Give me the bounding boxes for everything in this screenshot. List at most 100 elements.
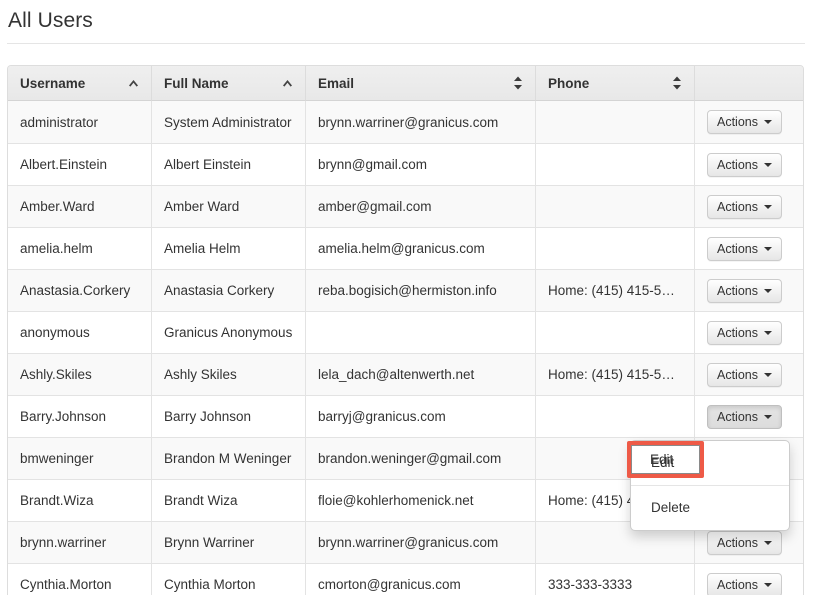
cell-fullname: Amber Ward xyxy=(152,185,306,227)
cell-fullname: Granicus Anonymous xyxy=(152,311,306,353)
cell-phone xyxy=(536,227,695,269)
chevron-down-icon xyxy=(764,289,772,293)
cell-username: Amber.Ward xyxy=(8,185,152,227)
actions-button-label: Actions xyxy=(717,536,758,550)
cell-email: amelia.helm@granicus.com xyxy=(306,227,536,269)
column-header-username[interactable]: Username xyxy=(8,66,152,101)
actions-button-label: Actions xyxy=(717,200,758,214)
cell-phone: 333-333-3333 xyxy=(536,563,695,595)
cell-fullname: Brandon M Weninger xyxy=(152,437,306,479)
actions-button[interactable]: Actions xyxy=(707,195,782,219)
cell-username: brynn.warriner xyxy=(8,521,152,563)
cell-actions: Actions xyxy=(695,395,803,437)
actions-button[interactable]: Actions xyxy=(707,279,782,303)
column-header-email[interactable]: Email xyxy=(306,66,536,101)
cell-email: brynn.warriner@granicus.com xyxy=(306,101,536,143)
cell-username: anonymous xyxy=(8,311,152,353)
cell-actions: Actions xyxy=(695,101,803,143)
column-header-phone[interactable]: Phone xyxy=(536,66,695,101)
actions-button-label: Actions xyxy=(717,242,758,256)
cell-actions: Actions xyxy=(695,353,803,395)
actions-button[interactable]: Actions xyxy=(707,405,782,429)
cell-email: brynn.warriner@granicus.com xyxy=(306,521,536,563)
cell-fullname: Ashly Skiles xyxy=(152,353,306,395)
chevron-down-icon xyxy=(764,205,772,209)
cell-email: reba.bogisich@hermiston.info xyxy=(306,269,536,311)
chevron-down-icon xyxy=(764,247,772,251)
cell-fullname: Brynn Warriner xyxy=(152,521,306,563)
actions-button[interactable]: Actions xyxy=(707,110,782,134)
column-header-email-label: Email xyxy=(318,76,354,91)
caret-up-icon xyxy=(128,79,139,87)
cell-actions: Actions xyxy=(695,311,803,353)
cell-email: brandon.weninger@gmail.com xyxy=(306,437,536,479)
title-divider xyxy=(7,43,805,44)
table-row: anonymousGranicus Anonymous Actions xyxy=(8,311,803,353)
cell-username: Anastasia.Corkery xyxy=(8,269,152,311)
cell-email: cmorton@granicus.com xyxy=(306,563,536,595)
cell-username: Barry.Johnson xyxy=(8,395,152,437)
cell-actions: Actions xyxy=(695,563,803,595)
cell-fullname: Cynthia Morton xyxy=(152,563,306,595)
cell-email: floie@kohlerhomenick.net xyxy=(306,479,536,521)
chevron-down-icon xyxy=(764,163,772,167)
cell-fullname: System Administrator xyxy=(152,101,306,143)
actions-button-label: Actions xyxy=(717,368,758,382)
cell-phone xyxy=(536,101,695,143)
cell-actions: Actions xyxy=(695,185,803,227)
cell-actions: Actions xyxy=(695,227,803,269)
cell-fullname: Albert Einstein xyxy=(152,143,306,185)
actions-button-label: Actions xyxy=(717,578,758,592)
dropdown-divider xyxy=(631,485,789,486)
column-header-actions xyxy=(695,66,803,101)
page-title: All Users xyxy=(8,8,93,34)
actions-button[interactable]: Actions xyxy=(707,531,782,555)
chevron-down-icon xyxy=(764,120,772,124)
column-header-fullname[interactable]: Full Name xyxy=(152,66,306,101)
chevron-down-icon xyxy=(764,373,772,377)
column-header-username-label: Username xyxy=(20,76,85,91)
actions-button-label: Actions xyxy=(717,158,758,172)
table-row: Anastasia.CorkeryAnastasia Corkeryreba.b… xyxy=(8,269,803,311)
table-row: Cynthia.MortonCynthia Mortoncmorton@gran… xyxy=(8,563,803,595)
actions-button[interactable]: Actions xyxy=(707,363,782,387)
cell-actions: Actions xyxy=(695,143,803,185)
cell-username: Albert.Einstein xyxy=(8,143,152,185)
actions-button[interactable]: Actions xyxy=(707,237,782,261)
table-row: amelia.helmAmelia Helmamelia.helm@granic… xyxy=(8,227,803,269)
chevron-down-icon xyxy=(764,583,772,587)
column-header-phone-label: Phone xyxy=(548,76,589,91)
table-row: Amber.WardAmber Wardamber@gmail.comActio… xyxy=(8,185,803,227)
caret-up-icon xyxy=(282,79,293,87)
sort-updown-icon xyxy=(513,76,523,90)
cell-fullname: Barry Johnson xyxy=(152,395,306,437)
cell-username: amelia.helm xyxy=(8,227,152,269)
cell-actions: Actions xyxy=(695,269,803,311)
cell-phone: Home: (415) 415-5678 xyxy=(536,353,695,395)
actions-button[interactable]: Actions xyxy=(707,321,782,345)
actions-button-label: Actions xyxy=(717,410,758,424)
table-header: Username Full Name xyxy=(8,66,803,101)
edit-highlight-label: Edit xyxy=(650,450,673,470)
cell-phone xyxy=(536,395,695,437)
actions-button[interactable]: Actions xyxy=(707,573,782,595)
cell-username: bmweninger xyxy=(8,437,152,479)
users-page: All Users Username xyxy=(0,0,822,595)
cell-username: administrator xyxy=(8,101,152,143)
cell-phone xyxy=(536,143,695,185)
chevron-down-icon xyxy=(764,331,772,335)
cell-email: lela_dach@altenwerth.net xyxy=(306,353,536,395)
chevron-down-icon xyxy=(764,541,772,545)
table-row: Albert.EinsteinAlbert Einsteinbrynn@gmai… xyxy=(8,143,803,185)
actions-button[interactable]: Actions xyxy=(707,153,782,177)
dropdown-item-delete[interactable]: Delete xyxy=(631,491,789,525)
table-row: administratorSystem Administratorbrynn.w… xyxy=(8,101,803,143)
cell-fullname: Brandt Wiza xyxy=(152,479,306,521)
chevron-down-icon xyxy=(764,415,772,419)
table-row: Barry.JohnsonBarry Johnsonbarryj@granicu… xyxy=(8,395,803,437)
actions-button-label: Actions xyxy=(717,326,758,340)
actions-button-label: Actions xyxy=(717,284,758,298)
cell-phone xyxy=(536,311,695,353)
cell-username: Cynthia.Morton xyxy=(8,563,152,595)
table-header-row: Username Full Name xyxy=(8,66,803,101)
